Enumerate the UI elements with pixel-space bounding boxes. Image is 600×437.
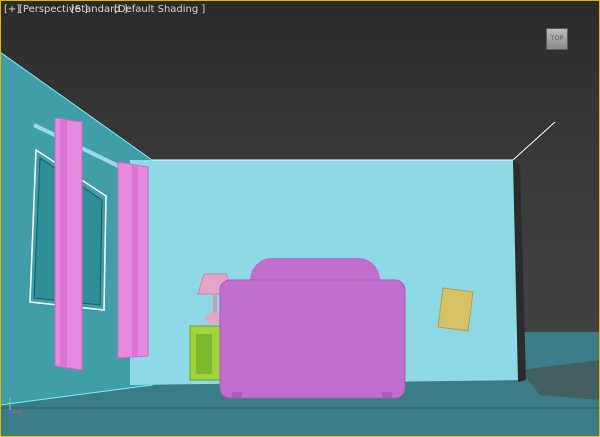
sofa-leg-left [232, 392, 242, 398]
nightstand-drawer [196, 334, 212, 374]
curtain-left-fold [60, 120, 67, 367]
viewport-shading-mode[interactable]: [Default Shading ] [114, 4, 205, 15]
scene-canvas[interactable] [0, 0, 600, 437]
sofa-body[interactable] [219, 279, 406, 399]
viewcube-label: TOP [550, 35, 563, 42]
curtain-left[interactable] [54, 117, 83, 371]
wall-note[interactable] [437, 287, 474, 332]
sofa-leg-right [382, 392, 392, 398]
axis-tripod [8, 398, 22, 414]
ceiling-edge-right [512, 121, 556, 161]
curtain-right-fold [132, 164, 138, 357]
viewcube-widget[interactable]: TOP [546, 28, 568, 50]
lamp-stem [213, 294, 217, 314]
3d-viewport[interactable]: TOP [+] [Perspective ] [Standard ] [Defa… [0, 0, 600, 437]
viewport-menu-plus[interactable]: [+] [4, 4, 20, 15]
